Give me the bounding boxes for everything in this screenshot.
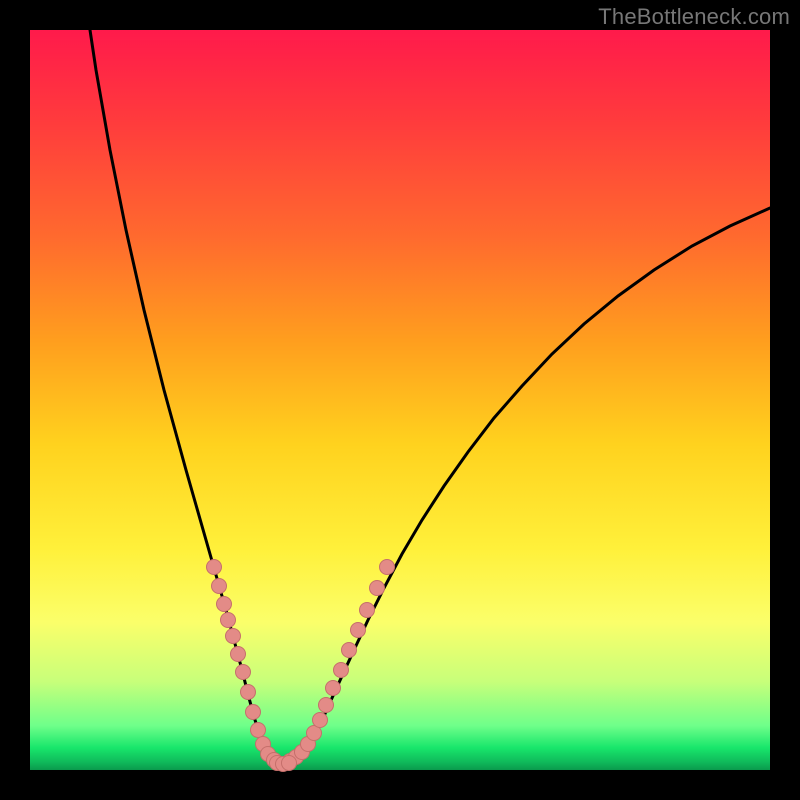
dot	[334, 663, 349, 678]
dot	[226, 629, 241, 644]
dot	[342, 643, 357, 658]
dot	[326, 681, 341, 696]
dot	[282, 756, 297, 771]
dot	[217, 597, 232, 612]
bottleneck-curve-left	[90, 30, 282, 764]
dot	[207, 560, 222, 575]
plot-area	[30, 30, 770, 770]
dot	[370, 581, 385, 596]
dot	[313, 713, 328, 728]
dot	[319, 698, 334, 713]
watermark-text: TheBottleneck.com	[598, 4, 790, 30]
dot	[351, 623, 366, 638]
dot	[380, 560, 395, 575]
dot	[360, 603, 375, 618]
bottleneck-curve-right	[282, 208, 770, 764]
dot	[231, 647, 246, 662]
dot	[221, 613, 236, 628]
dot	[251, 723, 266, 738]
outer-frame: TheBottleneck.com	[0, 0, 800, 800]
highlight-dots	[207, 560, 395, 772]
chart-svg	[30, 30, 770, 770]
dot	[212, 579, 227, 594]
dot	[246, 705, 261, 720]
dot	[241, 685, 256, 700]
dot	[236, 665, 251, 680]
